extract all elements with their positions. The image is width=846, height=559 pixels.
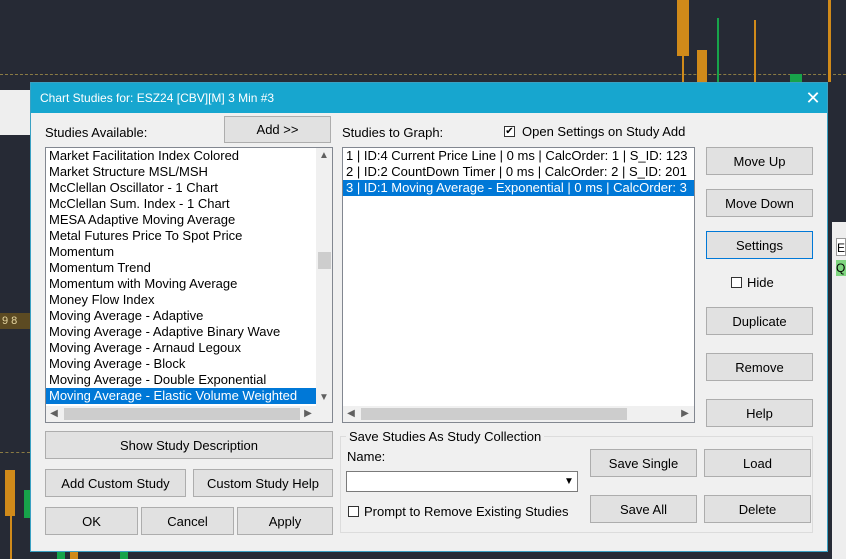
remove-button[interactable]: Remove [706, 353, 813, 381]
collection-name-label: Name: [347, 449, 386, 464]
list-item[interactable]: Momentum with Moving Average [46, 276, 316, 292]
right-strip-label: E [836, 238, 846, 256]
candle [5, 470, 15, 516]
graph-hscrollbar[interactable]: ◀ ▶ [343, 406, 694, 422]
list-item[interactable]: Metal Futures Price To Spot Price [46, 228, 316, 244]
scroll-right-icon[interactable]: ▶ [677, 406, 693, 422]
list-item[interactable]: Moving Average - Adaptive Binary Wave [46, 324, 316, 340]
studies-to-graph-list[interactable]: 1 | ID:4 Current Price Line | 0 ms | Cal… [342, 147, 695, 423]
open-settings-label: Open Settings on Study Add [522, 124, 686, 139]
cancel-button[interactable]: Cancel [141, 507, 234, 535]
list-item[interactable]: McClellan Sum. Index - 1 Chart [46, 196, 316, 212]
list-item[interactable]: Momentum Trend [46, 260, 316, 276]
candle-wick [717, 18, 719, 82]
candle [57, 552, 65, 559]
studies-available-label: Studies Available: [45, 125, 148, 140]
hide-checkbox[interactable] [731, 277, 742, 288]
candle [677, 0, 689, 56]
price-gridline [0, 74, 846, 75]
candle-wick [754, 20, 756, 82]
scroll-up-icon[interactable]: ▲ [316, 148, 332, 164]
move-down-button[interactable]: Move Down [706, 189, 813, 217]
chevron-down-icon[interactable]: ▼ [561, 473, 577, 490]
candle-wick [10, 516, 12, 559]
left-panel-strip [0, 90, 30, 135]
settings-button[interactable]: Settings [706, 231, 813, 259]
save-all-button[interactable]: Save All [590, 495, 697, 523]
scroll-thumb[interactable] [318, 252, 331, 269]
duplicate-button[interactable]: Duplicate [706, 307, 813, 335]
list-item[interactable]: Moving Average - Adaptive [46, 308, 316, 324]
studies-to-graph-label: Studies to Graph: [342, 125, 444, 140]
list-item[interactable]: Money Flow Index [46, 292, 316, 308]
apply-button[interactable]: Apply [237, 507, 333, 535]
available-hscrollbar[interactable]: ◀ ▶ [46, 406, 332, 422]
study-collection-label: Save Studies As Study Collection [346, 429, 545, 444]
open-settings-checkbox[interactable]: ✔ [504, 126, 515, 137]
move-up-button[interactable]: Move Up [706, 147, 813, 175]
list-item[interactable]: Market Facilitation Index Colored [46, 148, 316, 164]
scroll-right-icon[interactable]: ▶ [300, 406, 316, 422]
hide-label: Hide [747, 275, 774, 290]
price-gridline [0, 452, 30, 453]
show-study-description-button[interactable]: Show Study Description [45, 431, 333, 459]
candle-wick [682, 56, 684, 82]
delete-button[interactable]: Delete [704, 495, 811, 523]
help-button[interactable]: Help [706, 399, 813, 427]
load-button[interactable]: Load [704, 449, 811, 477]
dialog-title: Chart Studies for: ESZ24 [CBV][M] 3 Min … [40, 91, 275, 105]
list-item[interactable]: Moving Average - Arnaud Legoux [46, 340, 316, 356]
list-item[interactable]: McClellan Oscillator - 1 Chart [46, 180, 316, 196]
left-price-label: 9 8 [0, 313, 30, 329]
list-item[interactable]: Moving Average - Double Exponential [46, 372, 316, 388]
custom-study-help-button[interactable]: Custom Study Help [193, 469, 333, 497]
scroll-thumb[interactable] [64, 408, 300, 420]
candle [697, 50, 707, 82]
scroll-down-icon[interactable]: ▼ [316, 390, 332, 406]
prompt-remove-checkbox[interactable] [348, 506, 359, 517]
list-item[interactable]: MESA Adaptive Moving Average [46, 212, 316, 228]
available-vscrollbar[interactable]: ▲ ▼ [316, 148, 332, 406]
scroll-left-icon[interactable]: ◀ [343, 406, 359, 422]
scroll-left-icon[interactable]: ◀ [46, 406, 62, 422]
scroll-thumb[interactable] [361, 408, 627, 420]
studies-available-list[interactable]: Market Facilitation Index Colored Market … [45, 147, 333, 423]
list-item[interactable]: Market Structure MSL/MSH [46, 164, 316, 180]
candle [790, 74, 802, 82]
candle [120, 552, 128, 559]
ok-button[interactable]: OK [45, 507, 138, 535]
checkmark-icon: ✔ [505, 126, 514, 137]
list-item[interactable]: Moving Average - Elastic Volume Weighted [46, 388, 316, 404]
prompt-remove-label: Prompt to Remove Existing Studies [364, 504, 569, 519]
list-item[interactable]: 3 | ID:1 Moving Average - Exponential | … [343, 180, 694, 196]
add-custom-study-button[interactable]: Add Custom Study [45, 469, 186, 497]
save-single-button[interactable]: Save Single [590, 449, 697, 477]
list-item[interactable]: Moving Average - Block [46, 356, 316, 372]
list-item[interactable]: Momentum [46, 244, 316, 260]
list-item[interactable]: 1 | ID:4 Current Price Line | 0 ms | Cal… [343, 148, 694, 164]
candle-wick [828, 0, 831, 82]
chart-studies-dialog: Chart Studies for: ESZ24 [CBV][M] 3 Min … [30, 82, 828, 552]
close-icon[interactable]: ✕ [801, 87, 825, 109]
candle [70, 552, 78, 559]
add-study-button[interactable]: Add >> [224, 116, 331, 143]
dialog-titlebar[interactable]: Chart Studies for: ESZ24 [CBV][M] 3 Min … [31, 83, 827, 113]
collection-name-combo[interactable]: ▼ [346, 471, 578, 492]
list-item[interactable]: 2 | ID:2 CountDown Timer | 0 ms | CalcOr… [343, 164, 694, 180]
right-strip-label: Q [836, 260, 846, 276]
